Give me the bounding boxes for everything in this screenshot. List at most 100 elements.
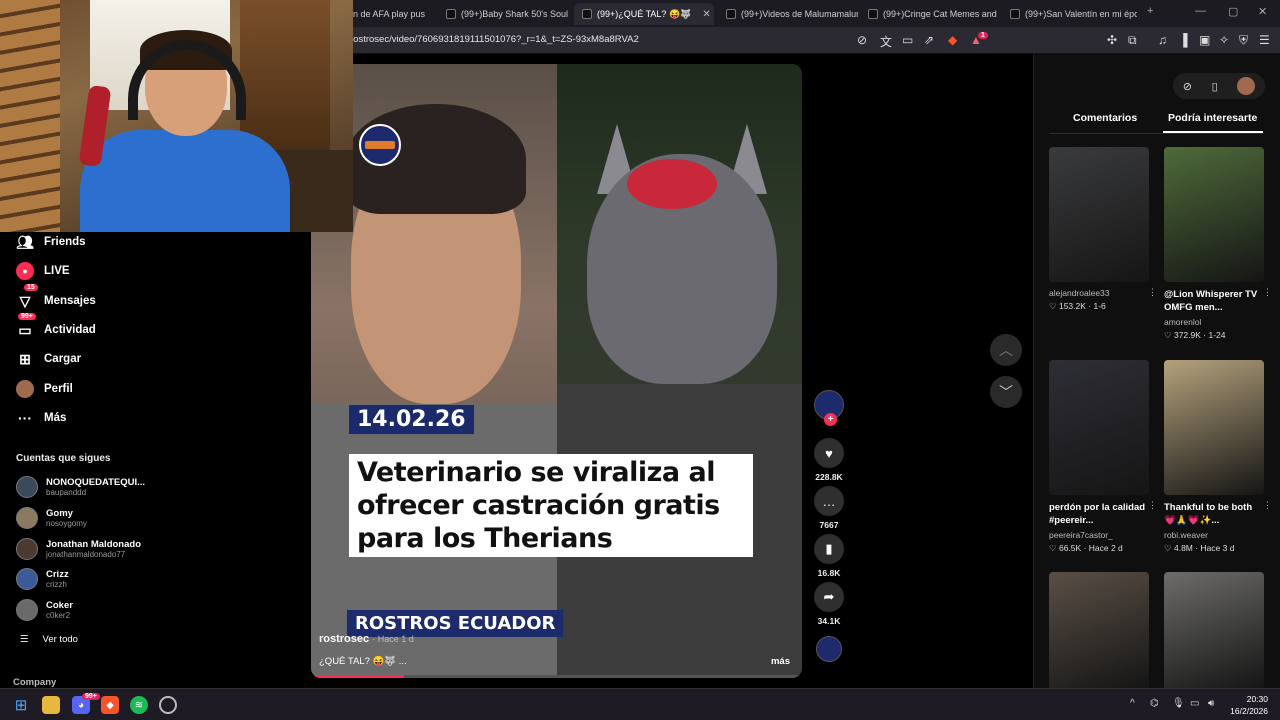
leo-icon[interactable]: ✧ [1219,33,1229,47]
share-icon[interactable]: ⇗ [924,33,934,47]
list-icon: ☰ [20,634,29,645]
sidebar-item-messages[interactable]: ▽ 15 Mensajes [16,284,96,310]
more-options-icon[interactable]: ⋮ [1148,500,1157,511]
previous-video-button[interactable]: ︿ [990,334,1022,366]
windows-start-icon[interactable]: ⊞ [12,696,30,714]
sidebar-item-friends[interactable]: 👥︎ Friends [16,233,85,251]
network-icon[interactable]: ⌬ [1150,698,1159,709]
activity-badge: 99+ [18,313,36,320]
avatar [16,599,38,621]
progress-bar[interactable] [311,675,802,678]
browser-tab-active[interactable]: (99+)¿QUÉ TAL? 😝🐺 ✕ [574,3,714,25]
suggested-video-card[interactable] [1049,572,1149,688]
sidebar-item-upload[interactable]: ⊞ Cargar [16,350,81,368]
card-stats: ♡ 66.5K · Hace 2 d [1049,543,1123,553]
brave-browser-icon[interactable]: ◆ [101,696,119,714]
logo-mark [365,141,395,149]
volume-icon[interactable]: 🔊︎ [1208,698,1214,709]
like-button[interactable]: ♥ [814,438,844,468]
brave-shield-icon[interactable]: ◆ [948,33,957,47]
tray-chevron-icon[interactable]: ^ [1130,698,1135,709]
browser-tab[interactable]: (99+)Cringe Cat Memes and Fi [860,3,1000,25]
close-icon[interactable]: ✕ [702,9,710,20]
mic-icon[interactable]: 🎙︎ [1172,698,1185,709]
video-author[interactable]: rostrosec · Hace 1 d [319,633,414,645]
tab-label: (99+)Baby Shark 50's Soul Rem [461,9,568,19]
translate-icon[interactable]: 文 [880,33,892,50]
account-name: Gomy [46,508,73,519]
active-tab-indicator [1163,131,1263,133]
spotify-icon[interactable]: ≋ [130,696,148,714]
activity-icon: ▭ 99+ [16,313,36,339]
minimize-icon[interactable]: — [1195,5,1206,17]
tab-suggestions[interactable]: Podría interesarte [1168,112,1257,124]
discord-badge: 99+ [82,693,100,700]
following-account[interactable]: Coker c0ker2 [16,599,73,621]
suggested-video-card[interactable] [1164,572,1264,688]
user-avatar[interactable] [1237,77,1256,95]
sidebar-icon[interactable]: ▐ [1179,33,1188,47]
comment-button[interactable]: … [814,486,844,516]
avatar [16,538,38,560]
browser-tab[interactable]: (99+)Baby Shark 50's Soul Rem [438,3,568,25]
tab-label: (99+)Cringe Cat Memes and Fi [883,9,1000,19]
company-link[interactable]: Company [13,677,56,688]
cast-icon[interactable]: ▭ [902,33,913,47]
tab-comments[interactable]: Comentarios [1073,112,1137,124]
sidebar-item-label: LIVE [44,265,70,277]
sidebar-item-more[interactable]: ··· Más [16,409,66,427]
share-button[interactable]: ➦ [814,582,844,612]
sidebar-item-profile[interactable]: Perfil [16,380,73,398]
vpn-icon[interactable]: ⛨ [1239,33,1248,48]
sidebar-item-live[interactable]: ● LIVE [16,262,70,280]
card-title: perdón por la calidad #peereir... [1049,502,1146,526]
more-button[interactable]: más [771,656,790,667]
avatar [16,476,38,498]
browser-tab[interactable]: (99+)San Valentín en mi époc [1002,3,1137,25]
more-options-icon[interactable]: ⋮ [1263,500,1272,511]
account-name: NONOQUEDATEQUI... [46,477,146,488]
extensions-icon[interactable]: ✣ [1107,33,1117,47]
video-player[interactable]: 14.02.26 Veterinario se viraliza al ofre… [311,64,802,678]
following-account[interactable]: Gomy nosoygomy [16,507,87,529]
heart-icon: ♥ [825,445,833,461]
system-clock[interactable]: 20:30 16/2/2026 [1230,693,1268,717]
phone-icon[interactable]: ▯ [1212,80,1218,93]
wallet-icon[interactable]: ▣ [1199,33,1210,47]
window-close-icon[interactable]: ✕ [1258,5,1267,18]
save-button[interactable]: ▮ [814,534,844,564]
music-icon[interactable]: ♫ [1158,33,1167,47]
compass-icon[interactable]: ⊘ [1183,80,1192,93]
music-disc[interactable] [816,636,842,662]
headline-overlay: Veterinario se viraliza al ofrecer castr… [349,454,753,557]
video-figure [627,159,717,209]
screenshot-icon[interactable]: ⧉ [1128,33,1137,48]
menu-icon[interactable]: ☰ [1259,33,1270,47]
no-translate-icon[interactable]: ⊘ [857,33,867,47]
monitor-icon[interactable]: ▭ [1190,698,1199,709]
following-account[interactable]: NONOQUEDATEQUI... baupanddd [16,476,145,498]
following-account[interactable]: Jonathan Maldonado jonathanmaldonado77 [16,538,141,560]
url-text[interactable]: rostrosec/video/7606931819111501076?_r=1… [350,34,639,45]
suggested-video-card[interactable]: ⋮ perdón por la calidad #peereir... peer… [1049,360,1157,554]
suggested-video-card[interactable]: ⋮ @Lion Whisperer TV OMFG men... amorenl… [1164,147,1272,341]
following-account[interactable]: Crizz crizzh [16,568,69,590]
more-options-icon[interactable]: ⋮ [1263,287,1272,298]
author-name: rostrosec [319,633,370,645]
browser-tab[interactable]: (99+)Videos de Malumamalum [718,3,858,25]
webcam-background [240,0,330,150]
obs-icon[interactable] [159,696,177,714]
see-all-link[interactable]: ☰ Ver todo [20,634,78,645]
account-username: baupanddd [46,488,87,497]
follow-plus-icon[interactable]: + [824,413,837,426]
creator-avatar[interactable]: + [814,390,844,426]
sidebar-item-activity[interactable]: ▭ 99+ Actividad [16,313,96,339]
new-tab-icon[interactable]: + [1147,5,1153,17]
more-options-icon[interactable]: ⋮ [1148,287,1157,298]
suggested-video-card[interactable]: ⋮ Thankful to be both 💗🙏💗✨... robi.weave… [1164,360,1272,554]
suggested-video-card[interactable]: ⋮ alejandroalee33 ♡ 153.2K · 1-6 [1049,147,1157,312]
next-video-button[interactable]: ﹀ [990,376,1022,408]
account-name: Jonathan Maldonado [46,539,141,550]
maximize-icon[interactable]: ▢ [1228,5,1238,18]
file-explorer-icon[interactable] [42,696,60,714]
